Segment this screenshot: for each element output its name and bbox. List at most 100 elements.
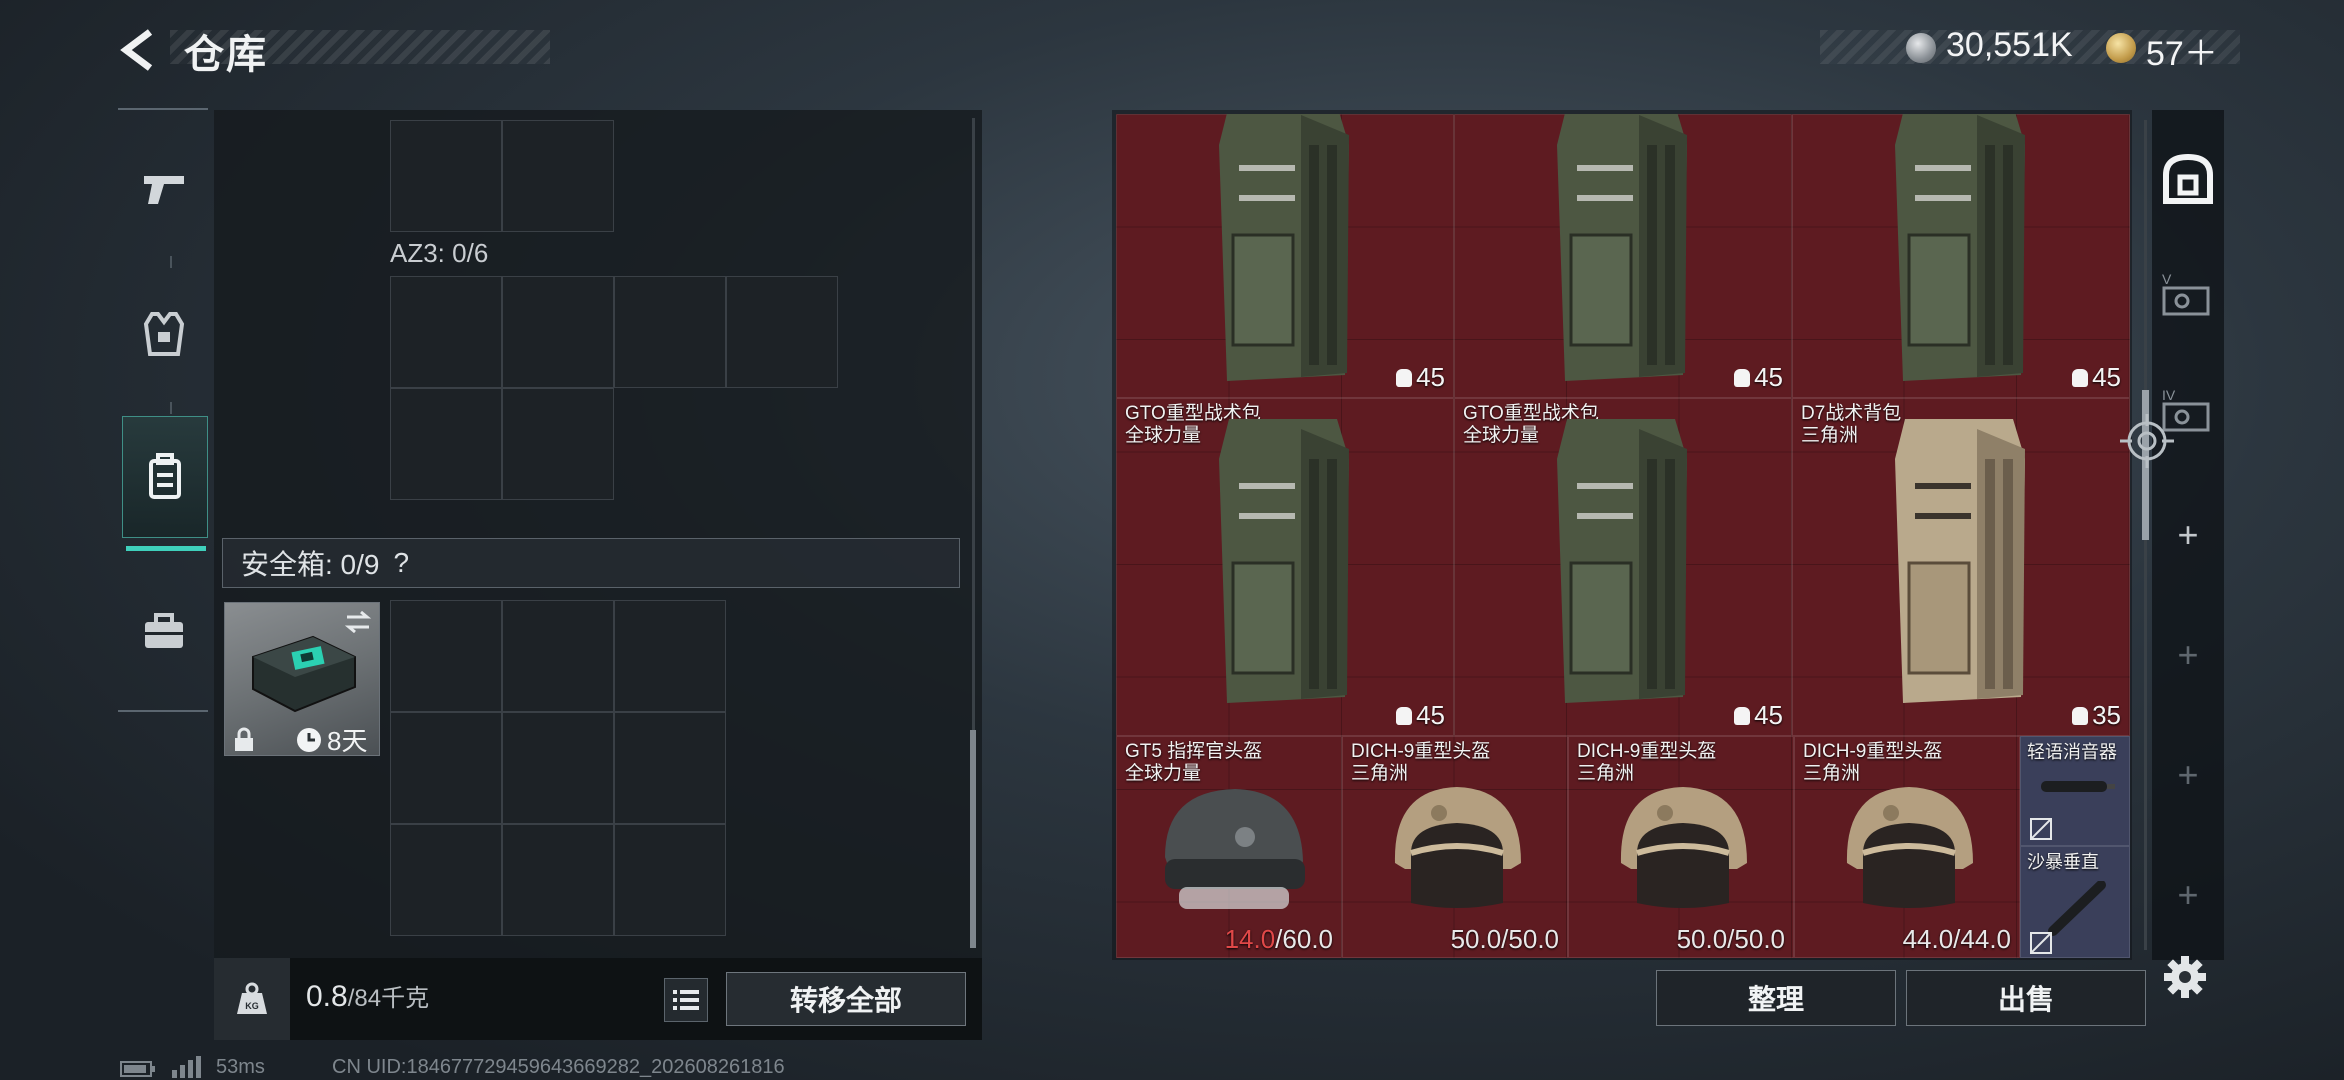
- capacity-badge: 45: [1396, 362, 1445, 393]
- rail-separator: [170, 256, 172, 268]
- stash-item-backpack[interactable]: 45: [1792, 114, 2130, 398]
- list-icon: [673, 990, 699, 1010]
- durability: 44.0/44.0: [1902, 924, 2011, 954]
- side-tab-stash-1[interactable]: [2152, 124, 2224, 234]
- safe-box-slot[interactable]: [614, 712, 726, 824]
- rail-top-line: [118, 108, 208, 110]
- inventory-scroll-thumb[interactable]: [970, 730, 976, 948]
- suppressor-image: [2041, 781, 2115, 792]
- rail-separator: [170, 402, 172, 414]
- stash-home-icon: [2163, 153, 2213, 204]
- stash-item-backpack[interactable]: D7战术背包 三角洲 35: [1792, 398, 2130, 736]
- safe-box-slot[interactable]: [502, 824, 614, 936]
- plus-icon: +: [2177, 634, 2199, 675]
- stash-item-helmet[interactable]: DICH-9重型头盔 三角洲 44.0/44.0: [1794, 736, 2020, 958]
- item-name: 沙暴垂直: [2027, 852, 2099, 872]
- item-name: DICH-9重型头盔: [1803, 741, 1943, 762]
- capacity-icon: [2072, 368, 2089, 387]
- weight-readout: 0.8/84千克: [306, 978, 429, 1014]
- stash-v-icon: V: [2162, 271, 2210, 316]
- safe-box-slot[interactable]: [502, 600, 614, 712]
- rail-tab-weapon[interactable]: [122, 130, 206, 250]
- safe-box-slot[interactable]: [502, 712, 614, 824]
- item-faction: 全球力量: [1463, 425, 1540, 446]
- backpack-icon: [149, 453, 181, 499]
- stash-item-vertical-grip[interactable]: 沙暴垂直: [2020, 846, 2130, 958]
- safe-box-slot[interactable]: [390, 600, 502, 712]
- az3-slot[interactable]: [614, 276, 726, 388]
- currency-gold-amount[interactable]: 57＋: [2146, 26, 2218, 75]
- transfer-all-button[interactable]: 转移全部: [726, 972, 966, 1026]
- safe-case-image: [252, 635, 356, 713]
- rail-tab-case[interactable]: [122, 572, 206, 692]
- back-button[interactable]: [112, 22, 168, 78]
- uid-text: CN UID:184677729459643669282_20260826181…: [332, 1056, 785, 1078]
- safe-box-item[interactable]: 8天: [224, 602, 380, 756]
- az3-slot[interactable]: [502, 276, 614, 388]
- az3-slot[interactable]: [390, 388, 502, 500]
- side-tab-add-locked[interactable]: +: [2152, 720, 2224, 830]
- help-icon[interactable]: ?: [393, 547, 409, 579]
- capacity-icon: [1396, 368, 1413, 387]
- az3-slot[interactable]: [502, 388, 614, 500]
- az3-slot[interactable]: [726, 276, 838, 388]
- capacity-icon: [1734, 368, 1751, 387]
- weight-icon-box: KG: [214, 958, 290, 1040]
- capacity-icon: [2072, 706, 2089, 725]
- stash-grid: 45 45 45 GTO重型战术包 全球力量 45 GTO重型战术包 全球力量 …: [1116, 114, 2130, 958]
- helmet-image: [1846, 787, 1973, 908]
- back-chevron-icon: [120, 29, 153, 71]
- capacity-badge: 45: [2072, 362, 2121, 393]
- stash-item-backpack[interactable]: 45: [1116, 114, 1454, 398]
- safe-box-slot[interactable]: [614, 600, 726, 712]
- list-view-button[interactable]: [664, 978, 708, 1022]
- timer-badge: 8天: [295, 721, 367, 758]
- item-faction: 全球力量: [1125, 425, 1202, 446]
- capacity-badge: 45: [1396, 700, 1445, 731]
- backpack-image: [1895, 419, 2025, 703]
- page-title: 仓库: [184, 33, 268, 77]
- helmet-image: [1394, 787, 1521, 908]
- side-tab-stash-5[interactable]: V: [2152, 240, 2224, 350]
- stash-item-backpack[interactable]: GTO重型战术包 全球力量 45: [1454, 398, 1792, 736]
- sell-button[interactable]: 出售: [1906, 970, 2146, 1026]
- rail-tab-equipment[interactable]: [122, 274, 206, 394]
- rail-tab-backpack[interactable]: [122, 416, 208, 538]
- side-tab-add[interactable]: +: [2152, 480, 2224, 590]
- pistol-icon: [144, 176, 184, 204]
- backpack-image: [1557, 114, 1687, 381]
- swap-icon[interactable]: [343, 611, 373, 633]
- clock-icon: [297, 727, 321, 752]
- container-slot[interactable]: [502, 120, 614, 232]
- safe-box-slot[interactable]: [614, 824, 726, 936]
- safe-box-slot[interactable]: [390, 712, 502, 824]
- item-name: DICH-9重型头盔: [1577, 741, 1717, 762]
- container-slot[interactable]: [390, 120, 502, 232]
- side-tab-add-locked[interactable]: +: [2152, 600, 2224, 710]
- az3-slot[interactable]: [390, 276, 502, 388]
- crosshair-icon[interactable]: [2118, 412, 2176, 470]
- item-name: DICH-9重型头盔: [1351, 741, 1491, 762]
- side-tab-add-locked[interactable]: +: [2152, 840, 2224, 950]
- stash-item-helmet[interactable]: DICH-9重型头盔 三角洲 50.0/50.0: [1568, 736, 1794, 958]
- svg-text:KG: KG: [245, 1001, 259, 1011]
- gear-icon[interactable]: [2162, 954, 2208, 1000]
- weight-max: /84千克: [347, 985, 430, 1012]
- no-attach-icon: [2030, 818, 2052, 840]
- durability: 50.0/50.0: [1676, 924, 1785, 954]
- backpack-image: [1219, 419, 1349, 703]
- briefcase-icon: [145, 613, 183, 648]
- currency-silver-amount: 30,551K: [1946, 26, 2073, 64]
- stash-item-backpack[interactable]: 45: [1454, 114, 1792, 398]
- stash-item-backpack[interactable]: GTO重型战术包 全球力量 45: [1116, 398, 1454, 736]
- safe-box-slot[interactable]: [390, 824, 502, 936]
- capacity-badge: 45: [1734, 700, 1783, 731]
- svg-text:V: V: [2162, 271, 2172, 287]
- vest-icon: [143, 312, 185, 356]
- sort-button[interactable]: 整理: [1656, 970, 1896, 1026]
- weight-current: 0.8: [306, 980, 348, 1013]
- stash-item-helmet[interactable]: DICH-9重型头盔 三角洲 50.0/50.0: [1342, 736, 1568, 958]
- gold-coin-icon: [2106, 33, 2136, 63]
- stash-item-helmet[interactable]: GT5 指挥官头盔 全球力量 14.0/60.0: [1116, 736, 1342, 958]
- stash-item-suppressor[interactable]: 轻语消音器: [2020, 736, 2130, 846]
